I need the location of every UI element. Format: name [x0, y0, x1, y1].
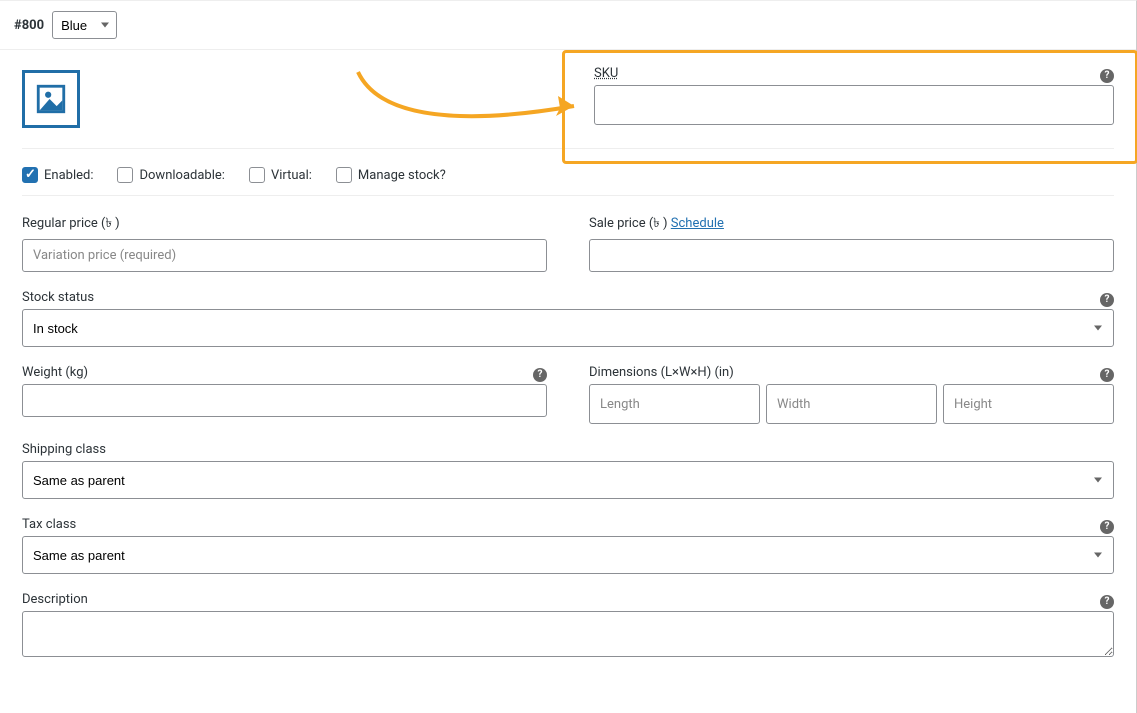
virtual-checkbox[interactable]: [249, 167, 265, 183]
shipping-class-field: Shipping class Same as parent: [22, 442, 1114, 499]
height-input[interactable]: [943, 384, 1114, 424]
sku-input[interactable]: [594, 85, 1114, 125]
downloadable-checkbox[interactable]: [117, 167, 133, 183]
description-field: Description ?: [22, 592, 1114, 661]
variation-attribute-select[interactable]: Blue: [52, 11, 117, 39]
width-input[interactable]: [766, 384, 937, 424]
weight-label: Weight (kg): [22, 365, 88, 380]
tax-class-select[interactable]: Same as parent: [22, 536, 1114, 574]
sale-price-field: Sale price (৳ ) Schedule: [589, 214, 1114, 272]
tax-class-field: Tax class ? Same as parent: [22, 517, 1114, 574]
manage-stock-checkbox[interactable]: [336, 167, 352, 183]
help-icon[interactable]: ?: [1100, 293, 1114, 307]
stock-status-field: Stock status ? In stock: [22, 290, 1114, 347]
image-icon: [34, 82, 68, 116]
description-label: Description: [22, 592, 88, 607]
variation-image-placeholder[interactable]: [22, 70, 80, 128]
regular-price-input[interactable]: [22, 239, 547, 272]
weight-input[interactable]: [22, 384, 547, 417]
sku-field-group: SKU ?: [594, 66, 1114, 125]
sale-price-label: Sale price (৳ ) Schedule: [589, 214, 1114, 235]
manage-stock-checkbox-label[interactable]: Manage stock?: [336, 167, 446, 183]
help-icon[interactable]: ?: [533, 368, 547, 382]
regular-price-field: Regular price (৳ ): [22, 214, 547, 272]
arrow-annotation: [348, 66, 588, 146]
sku-label: SKU: [594, 66, 618, 81]
regular-price-label: Regular price (৳ ): [22, 214, 547, 235]
enabled-checkbox-label[interactable]: Enabled:: [22, 167, 93, 183]
enabled-checkbox[interactable]: [22, 167, 38, 183]
stock-status-select[interactable]: In stock: [22, 309, 1114, 347]
help-icon[interactable]: ?: [1100, 520, 1114, 534]
help-icon[interactable]: ?: [1100, 368, 1114, 382]
variation-header: #800 Blue: [0, 1, 1136, 50]
stock-status-label: Stock status: [22, 290, 94, 305]
sale-price-input[interactable]: [589, 239, 1114, 272]
variation-id: #800: [14, 18, 44, 33]
dimensions-label: Dimensions (L×W×H) (in): [589, 365, 734, 380]
downloadable-checkbox-label[interactable]: Downloadable:: [117, 167, 224, 183]
shipping-class-label: Shipping class: [22, 442, 1114, 457]
schedule-link[interactable]: Schedule: [671, 216, 724, 231]
tax-class-label: Tax class: [22, 517, 76, 532]
shipping-class-select[interactable]: Same as parent: [22, 461, 1114, 499]
description-textarea[interactable]: [22, 611, 1114, 657]
dimensions-field: Dimensions (L×W×H) (in) ?: [589, 365, 1114, 424]
weight-field: Weight (kg) ?: [22, 365, 547, 424]
help-icon[interactable]: ?: [1100, 69, 1114, 83]
length-input[interactable]: [589, 384, 760, 424]
variation-options-row: Enabled: Downloadable: Virtual: Manage s…: [22, 161, 1114, 196]
help-icon[interactable]: ?: [1100, 595, 1114, 609]
virtual-checkbox-label[interactable]: Virtual:: [249, 167, 312, 183]
